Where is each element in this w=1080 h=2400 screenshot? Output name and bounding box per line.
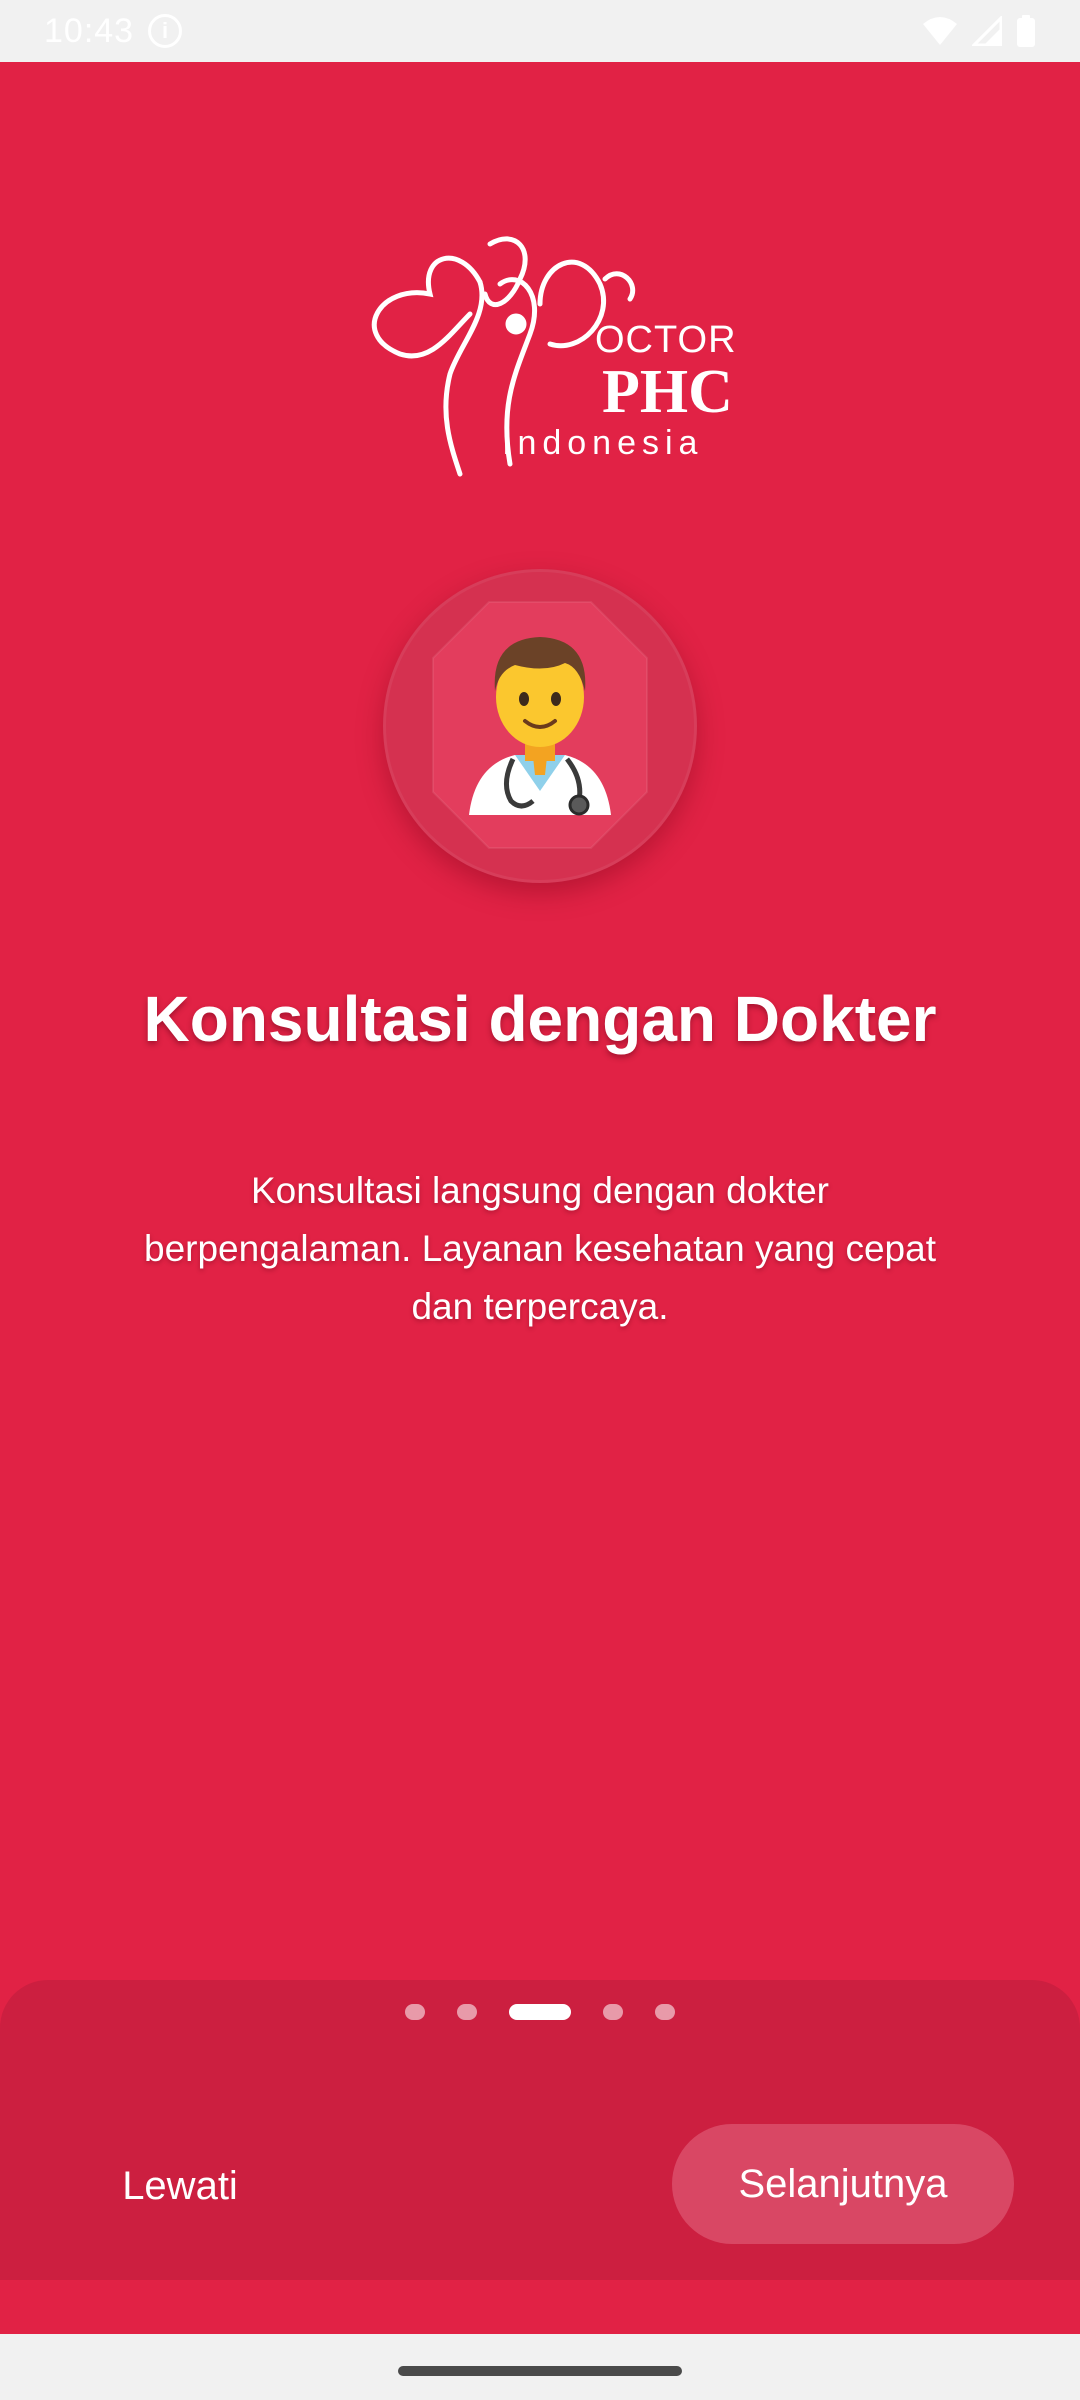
info-icon: i — [148, 14, 183, 48]
illustration-circle — [383, 569, 697, 883]
gesture-handle[interactable] — [398, 2366, 682, 2376]
page-dot-3-active[interactable] — [509, 2004, 571, 2020]
skip-button[interactable]: Lewati — [80, 2126, 280, 2246]
battery-icon — [1017, 15, 1035, 47]
onboarding-title: Konsultasi dengan Dokter — [143, 983, 937, 1055]
status-bar: 10:43 i — [0, 0, 1080, 62]
logo-text-indonesia: Indonesia — [502, 424, 703, 462]
doctor-phc-logo: OCTOR PHC Indonesia — [371, 236, 737, 477]
navigation-bar — [0, 2334, 1080, 2400]
signal-icon — [972, 16, 1002, 46]
onboarding-description: Konsultasi langsung dengan dokter berpen… — [144, 1170, 936, 1327]
logo-text-octor: OCTOR — [595, 319, 737, 361]
next-button[interactable]: Selanjutnya — [672, 2124, 1014, 2244]
page-dot-2[interactable] — [457, 2004, 477, 2020]
page-dot-5[interactable] — [655, 2004, 675, 2020]
page-dot-1[interactable] — [405, 2004, 425, 2020]
logo-text-phc: PHC — [602, 358, 733, 426]
status-time: 10:43 — [44, 11, 135, 50]
onboarding-screen: 10:43 i OCTOR PHC Indonesia Konsultasi d… — [0, 0, 1080, 2400]
page-dot-4[interactable] — [603, 2004, 623, 2020]
status-icons — [922, 15, 1036, 47]
page-indicator — [0, 1980, 1080, 2024]
wifi-icon — [923, 17, 957, 45]
doctor-icon — [432, 601, 648, 849]
